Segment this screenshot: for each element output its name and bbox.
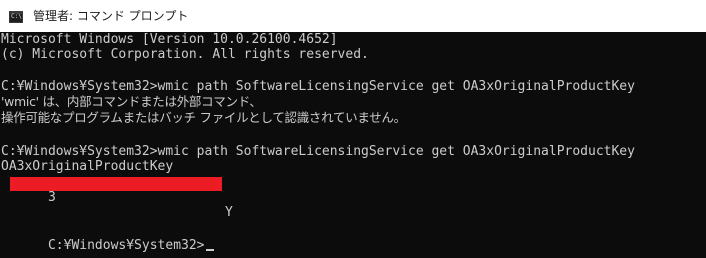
error-line-2: 操作可能なプログラムまたはバッチ ファイルとして認識されていません。 (1, 110, 406, 125)
prompt-text: C:¥Windows¥System32> (47, 238, 205, 253)
output-header: OA3xOriginalProductKey (1, 159, 174, 174)
window-title: 管理者: コマンド プロンプト (33, 9, 189, 23)
command-prompt-icon: C:\ (9, 11, 23, 23)
title-bar[interactable]: C:\ 管理者: コマンド プロンプト (0, 0, 706, 32)
text-cursor (205, 249, 214, 251)
console-output[interactable]: Microsoft Windows [Version 10.0.26100.46… (0, 32, 706, 258)
command-line-2: C:¥Windows¥System32>wmic path SoftwareLi… (1, 144, 635, 159)
redaction-bar (10, 177, 222, 191)
product-key-last-char: Y (225, 205, 233, 220)
icon-glyph: C:\ (11, 13, 22, 20)
banner-copyright-line: (c) Microsoft Corporation. All rights re… (1, 47, 369, 62)
error-line-1: 'wmic' は、内部コマンドまたは外部コマンド、 (1, 94, 262, 109)
command-prompt-window: C:\ 管理者: コマンド プロンプト Microsoft Windows [V… (0, 0, 706, 258)
banner-version-line: Microsoft Windows [Version 10.0.26100.46… (1, 32, 338, 47)
current-prompt-line[interactable]: C:¥Windows¥System32> (1, 223, 214, 253)
command-line-1: C:¥Windows¥System32>wmic path SoftwareLi… (1, 79, 635, 94)
product-key-first-char: 3 (47, 190, 56, 205)
